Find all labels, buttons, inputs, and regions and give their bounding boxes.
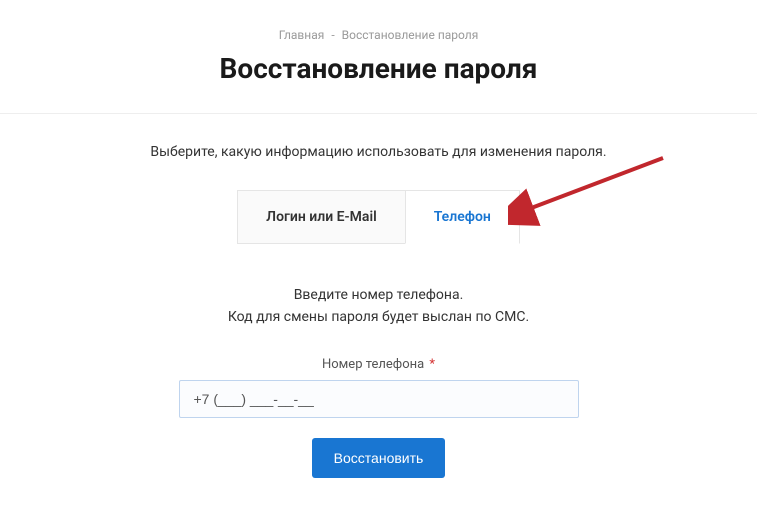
tabs: Логин или E-Mail Телефон: [60, 190, 697, 244]
required-mark: *: [429, 357, 435, 372]
form-instruction-line1: Введите номер телефона.: [294, 287, 464, 303]
breadcrumb: Главная - Восстановление пароля: [0, 0, 757, 42]
breadcrumb-separator: -: [331, 28, 334, 42]
breadcrumb-current: Восстановление пароля: [342, 28, 479, 42]
tab-phone[interactable]: Телефон: [405, 190, 520, 244]
form-instruction: Введите номер телефона. Код для смены па…: [60, 284, 697, 329]
tab-login-email[interactable]: Логин или E-Mail: [237, 190, 405, 244]
phone-input[interactable]: [179, 380, 579, 418]
phone-label-text: Номер телефона: [322, 357, 424, 372]
instruction-text: Выберите, какую информацию использовать …: [60, 144, 697, 160]
page-title: Восстановление пароля: [0, 52, 757, 85]
breadcrumb-home-link[interactable]: Главная: [279, 28, 325, 42]
form-instruction-line2: Код для смены пароля будет выслан по СМС…: [228, 309, 529, 325]
phone-field-label: Номер телефона *: [60, 357, 697, 372]
submit-button[interactable]: Восстановить: [312, 438, 446, 478]
main-container: Выберите, какую информацию использовать …: [0, 114, 757, 478]
